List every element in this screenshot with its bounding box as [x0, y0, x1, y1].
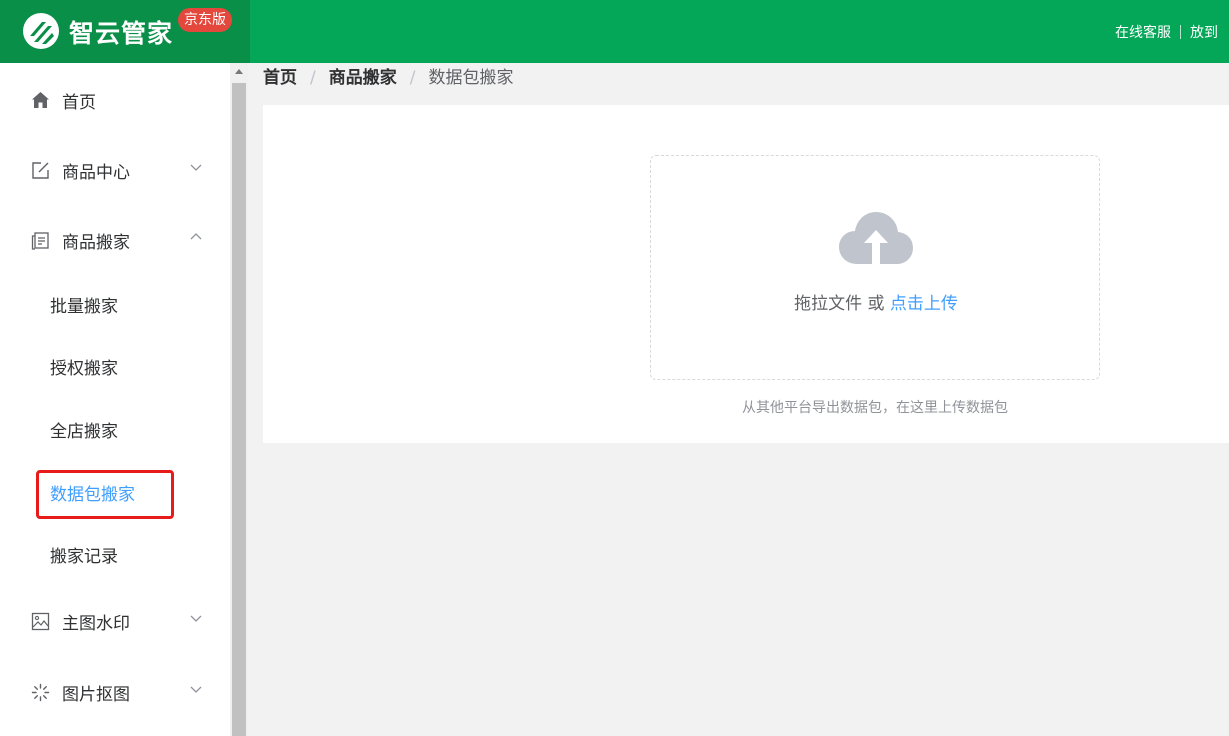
chevron-down-icon — [190, 615, 202, 622]
subitem-label: 搬家记录 — [50, 547, 118, 567]
logo-area[interactable]: 智云管家 京东版 — [0, 0, 250, 63]
sidebar-item-label: 图片抠图 — [62, 685, 130, 705]
sidebar-subitem-auth-move[interactable]: 授权搬家 — [0, 346, 230, 386]
upload-text: 拖拉文件 或 点击上传 — [651, 289, 1101, 314]
header-links: 在线客服 放到 — [1115, 22, 1218, 42]
divider — [1180, 25, 1181, 39]
breadcrumb-home[interactable]: 首页 — [263, 68, 297, 88]
content-panel: 拖拉文件 或 点击上传 从其他平台导出数据包，在这里上传数据包 — [263, 105, 1229, 443]
sidebar-item-cutout[interactable]: 图片抠图 — [0, 672, 230, 712]
header-link-2[interactable]: 放到 — [1190, 25, 1218, 41]
highlight-annotation — [36, 470, 174, 519]
breadcrumb-product-move[interactable]: 商品搬家 — [329, 68, 397, 88]
picture-icon — [31, 612, 50, 631]
logo-icon — [23, 13, 59, 49]
online-service-link[interactable]: 在线客服 — [1115, 25, 1171, 41]
subitem-label: 批量搬家 — [50, 297, 118, 317]
upload-dropzone[interactable]: 拖拉文件 或 点击上传 — [650, 155, 1100, 380]
sidebar-scrollbar[interactable] — [230, 63, 248, 736]
sidebar-item-product-move[interactable]: 商品搬家 — [0, 220, 230, 260]
brand-name: 智云管家 — [69, 19, 174, 48]
subitem-label: 授权搬家 — [50, 359, 118, 379]
edit-icon — [32, 162, 49, 179]
sidebar-item-product-center[interactable]: 商品中心 — [0, 150, 230, 190]
scroll-thumb[interactable] — [232, 83, 246, 736]
upload-cloud-icon — [839, 212, 913, 264]
top-header: 智云管家 京东版 在线客服 放到 — [0, 0, 1229, 63]
home-icon — [32, 92, 49, 108]
chevron-down-icon — [190, 164, 202, 171]
loading-icon — [31, 683, 50, 702]
breadcrumb: 首页 / 商品搬家 / 数据包搬家 — [263, 66, 513, 90]
chevron-up-icon — [190, 233, 202, 240]
upload-drag-text: 拖拉文件 或 — [794, 294, 890, 314]
sidebar-item-label: 首页 — [62, 93, 96, 113]
sidebar-subitem-batch-move[interactable]: 批量搬家 — [0, 284, 230, 324]
sidebar-item-label: 商品搬家 — [62, 233, 130, 253]
chevron-down-icon — [190, 686, 202, 693]
sidebar-subitem-move-history[interactable]: 搬家记录 — [0, 534, 230, 574]
breadcrumb-separator: / — [409, 68, 416, 88]
sidebar-item-home[interactable]: 首页 — [0, 80, 230, 120]
sidebar: 首页 商品中心 商品搬家 批量搬家 授权搬家 全店搬家 数据包搬家 搬家记录 主… — [0, 63, 230, 736]
version-badge: 京东版 — [178, 8, 232, 32]
scroll-up-arrow-icon[interactable] — [235, 69, 243, 74]
click-upload-link[interactable]: 点击上传 — [890, 294, 958, 314]
upload-tip: 从其他平台导出数据包，在这里上传数据包 — [742, 400, 1008, 416]
document-icon — [31, 232, 49, 250]
sidebar-subitem-store-move[interactable]: 全店搬家 — [0, 409, 230, 449]
sidebar-item-label: 主图水印 — [62, 614, 130, 634]
sidebar-item-label: 商品中心 — [62, 163, 130, 183]
breadcrumb-current: 数据包搬家 — [428, 68, 514, 88]
breadcrumb-separator: / — [310, 68, 316, 88]
sidebar-item-watermark[interactable]: 主图水印 — [0, 601, 230, 641]
subitem-label: 全店搬家 — [50, 422, 118, 442]
